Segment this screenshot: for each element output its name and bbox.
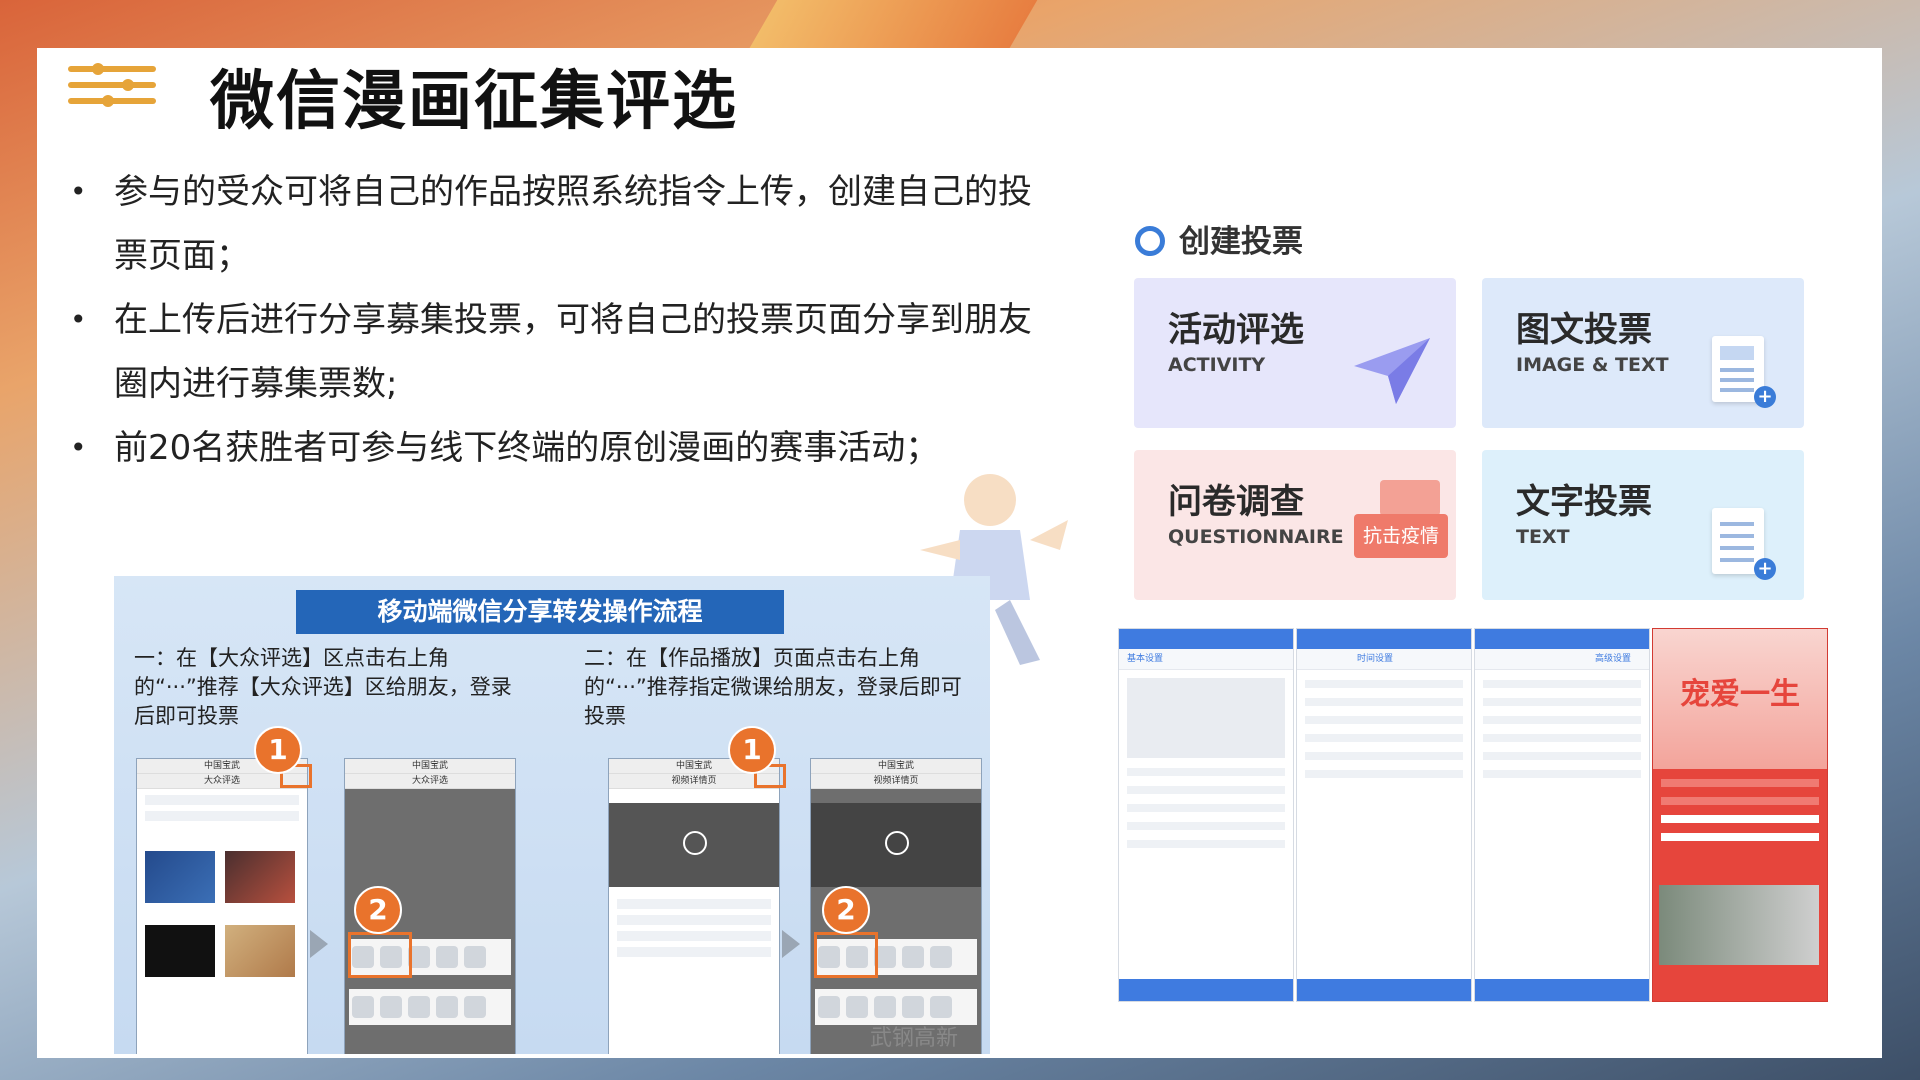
poster-image: 宠爱一生 bbox=[1653, 629, 1827, 769]
screen-advanced-settings: 高级设置 bbox=[1474, 628, 1650, 1002]
share-highlight bbox=[348, 932, 412, 978]
card-questionnaire[interactable]: 问卷调查 QUESTIONNAIRE 抗击疫情 bbox=[1134, 450, 1456, 600]
flow-step-1: 一：在【大众评选】区点击右上角的“···”推荐【大众评选】区给朋友，登录后即可投… bbox=[134, 646, 512, 728]
pet-photos bbox=[1659, 885, 1819, 965]
play-icon bbox=[683, 831, 707, 855]
arrow-right-icon bbox=[310, 930, 328, 958]
menu-lines-icon bbox=[68, 63, 156, 108]
screen-tab: 高级设置 bbox=[1475, 649, 1649, 670]
bullet-item: 在上传后进行分享募集投票，可将自己的投票页面分享到朋友圈内进行募集票数; bbox=[70, 288, 1060, 416]
share-flow-image: 移动端微信分享转发操作流程 一：在【大众评选】区点击右上角的“···”推荐【大众… bbox=[114, 576, 990, 1054]
flow-step-2: 二：在【作品播放】页面点击右上角的“···”推荐指定微课给朋友，登录后即可投票 bbox=[584, 646, 962, 728]
watermark: 武钢高新 bbox=[870, 1026, 959, 1051]
phone-screen: 中国宝武 大众评选 bbox=[136, 758, 308, 1054]
vote-screens: 基本设置 时间设置 高级设置 宠爱一生 bbox=[1118, 628, 1828, 1002]
ring-icon bbox=[1135, 226, 1165, 256]
flow-title: 移动端微信分享转发操作流程 bbox=[296, 590, 784, 634]
phone-subtitle: 视频详情页 bbox=[811, 774, 981, 789]
card-subtitle: QUESTIONNAIRE bbox=[1168, 526, 1344, 548]
step-badge-2: 2 bbox=[822, 886, 870, 934]
share-highlight bbox=[814, 932, 878, 978]
card-title: 活动评选 bbox=[1168, 310, 1304, 350]
bullet-list: 参与的受众可将自己的作品按照系统指令上传，创建自己的投票页面； 在上传后进行分享… bbox=[70, 160, 1060, 480]
create-vote-heading: 创建投票 bbox=[1135, 216, 1303, 261]
step-badge-1: 1 bbox=[254, 726, 302, 774]
chat-bubble-icon bbox=[1380, 480, 1440, 516]
paper-plane-icon bbox=[1354, 338, 1430, 404]
poster-title: 宠爱一生 bbox=[1680, 677, 1800, 712]
screen-tab: 时间设置 bbox=[1297, 649, 1471, 670]
phone-screen: 中国宝武 视频详情页 bbox=[608, 758, 780, 1054]
phone-title: 中国宝武 bbox=[811, 759, 981, 774]
page-title: 微信漫画征集评选 bbox=[210, 65, 738, 139]
bullet-item: 参与的受众可将自己的作品按照系统指令上传，创建自己的投票页面； bbox=[70, 160, 1060, 288]
card-subtitle: TEXT bbox=[1516, 526, 1570, 548]
phone-title: 中国宝武 bbox=[345, 759, 515, 774]
screen-basic-settings: 基本设置 bbox=[1118, 628, 1294, 1002]
card-activity[interactable]: 活动评选 ACTIVITY bbox=[1134, 278, 1456, 428]
card-text[interactable]: 文字投票 TEXT + bbox=[1482, 450, 1804, 600]
card-title: 图文投票 bbox=[1516, 310, 1652, 350]
arrow-right-icon bbox=[782, 930, 800, 958]
card-title: 文字投票 bbox=[1516, 482, 1652, 522]
card-image-text[interactable]: 图文投票 IMAGE & TEXT + bbox=[1482, 278, 1804, 428]
phone-subtitle: 大众评选 bbox=[345, 774, 515, 789]
card-subtitle: IMAGE & TEXT bbox=[1516, 354, 1669, 376]
plus-icon: + bbox=[1754, 386, 1776, 408]
screen-poster: 宠爱一生 bbox=[1652, 628, 1828, 1002]
step-badge-1: 1 bbox=[728, 726, 776, 774]
tag-label: 抗击疫情 bbox=[1354, 514, 1448, 558]
screen-tab: 基本设置 bbox=[1119, 649, 1293, 670]
play-icon bbox=[885, 831, 909, 855]
step-badge-2: 2 bbox=[354, 886, 402, 934]
screen-time-settings: 时间设置 bbox=[1296, 628, 1472, 1002]
card-title: 问卷调查 bbox=[1168, 482, 1304, 522]
create-vote-label: 创建投票 bbox=[1179, 224, 1303, 260]
card-subtitle: ACTIVITY bbox=[1168, 354, 1266, 376]
plus-icon: + bbox=[1754, 558, 1776, 580]
